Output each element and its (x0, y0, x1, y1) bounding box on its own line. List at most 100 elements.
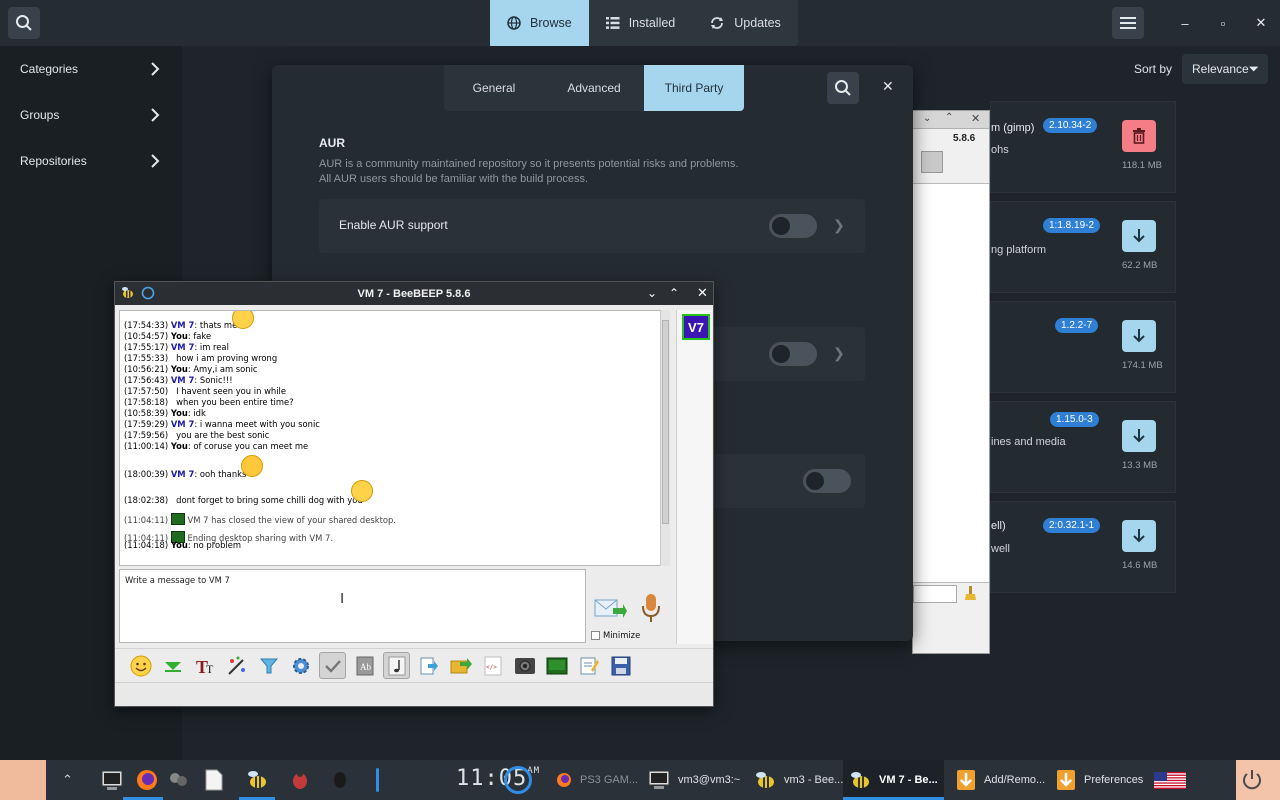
package-card[interactable]: 1.2.2-7 174.1 MB (990, 301, 1176, 393)
chevron-up-icon[interactable]: ⌃ (62, 772, 73, 788)
search-button[interactable] (8, 7, 40, 39)
close-window-button[interactable]: ✕ (1242, 15, 1280, 31)
avatar[interactable]: V7 (682, 314, 710, 340)
close-icon[interactable]: ✕ (971, 112, 980, 125)
install-button[interactable] (1122, 520, 1156, 552)
bug-launcher-icon[interactable] (288, 768, 312, 792)
beebeep-launcher-icon[interactable] (245, 768, 269, 792)
power-icon[interactable] (1240, 768, 1264, 792)
clear-brush-icon[interactable] (963, 585, 979, 601)
launcher-ring-icon[interactable] (504, 766, 532, 794)
tab-installed[interactable]: Installed (589, 0, 693, 46)
terminal-launcher-icon[interactable] (100, 768, 124, 792)
chevron-right-icon[interactable]: ❯ (833, 217, 845, 234)
file-launcher-icon[interactable] (202, 768, 226, 792)
aur-description: AUR is a community maintained repository… (319, 157, 738, 187)
package-card[interactable]: ell) well 2:0.32.1-1 14.6 MB (990, 501, 1176, 593)
maximize-icon[interactable]: ⌃ (669, 286, 679, 300)
save-chat-button[interactable] (415, 652, 442, 679)
task-firefox[interactable]: PS3 GAM... (550, 760, 644, 800)
remove-button[interactable] (1122, 120, 1156, 152)
voice-message-button[interactable] (639, 592, 663, 624)
collapse-icon[interactable]: ⌄ (923, 113, 931, 124)
install-button[interactable] (1122, 220, 1156, 252)
sort-dropdown[interactable]: Relevance (1182, 54, 1268, 84)
notes-button[interactable] (575, 652, 602, 679)
option-toggle[interactable] (803, 469, 851, 493)
task-beebeep-main[interactable]: vm3 - Bee... (748, 760, 849, 800)
scrollbar-thumb[interactable] (662, 320, 669, 524)
chevron-right-icon[interactable]: ❯ (833, 345, 845, 362)
word-complete-button[interactable]: Ab (351, 652, 378, 679)
send-file-button[interactable] (447, 652, 474, 679)
enable-aur-row[interactable]: Enable AUR support ❯ (319, 199, 865, 253)
spellcheck-button[interactable] (319, 652, 346, 679)
code-icon: </> (484, 656, 501, 675)
task-pamac[interactable]: Add/Remo... (950, 760, 1051, 800)
sound-button[interactable] (383, 652, 410, 679)
buzz-button[interactable] (159, 652, 186, 679)
chevron-right-icon (151, 62, 160, 76)
download-arrow-icon (1133, 329, 1145, 343)
tab-updates[interactable]: Updates (692, 0, 798, 46)
task-preferences[interactable]: Preferences (1050, 760, 1149, 800)
share-desktop-button[interactable] (543, 652, 570, 679)
minimize-window-button[interactable]: – (1166, 16, 1204, 31)
tab-advanced[interactable]: Advanced (544, 65, 644, 111)
package-card[interactable]: ng platform 1:1.8.19-2 62.2 MB (990, 201, 1176, 293)
us-flag-icon[interactable] (1154, 772, 1186, 789)
sidebar-item-repositories[interactable]: Repositories (0, 138, 182, 184)
install-button[interactable] (1122, 420, 1156, 452)
slider-handle[interactable] (376, 768, 379, 792)
beebeep-main-window[interactable]: ⌄ ⌃ ✕ 5.8.6 (912, 110, 990, 654)
trash-icon[interactable] (921, 151, 943, 173)
chevron-down-icon[interactable]: ⌄ (647, 286, 657, 300)
filter-button[interactable] (255, 652, 282, 679)
color-button[interactable] (223, 652, 250, 679)
sort-bar: Sort by Relevance (1134, 54, 1268, 84)
close-preferences-button[interactable]: ✕ (882, 78, 894, 95)
task-terminal[interactable]: vm3@vm3:~ (642, 760, 746, 800)
html-button[interactable]: </> (479, 652, 506, 679)
beebeep-search-input[interactable] (913, 585, 957, 603)
install-button[interactable] (1122, 320, 1156, 352)
chat-message: (17:59:29) VM 7: i wanna meet with you s… (124, 419, 320, 429)
sidebar-item-groups[interactable]: Groups (0, 92, 182, 138)
send-mail-icon (594, 599, 627, 618)
checkbox-box[interactable] (591, 630, 600, 640)
notepad-icon (580, 657, 599, 674)
bee-icon (756, 772, 774, 788)
package-card[interactable]: m (gimp) ohs 2.10.34-2 118.1 MB (990, 101, 1176, 193)
send-button[interactable] (593, 594, 627, 622)
aur-description-line: All AUR users should be familiar with th… (319, 173, 589, 185)
font-button[interactable]: TT (191, 652, 218, 679)
preferences-search-button[interactable] (827, 72, 859, 104)
download-arrow-icon (1133, 429, 1145, 443)
chevron-down-icon (1248, 66, 1258, 72)
tab-browse[interactable]: Browse (490, 0, 589, 46)
package-card[interactable]: ines and media 1.15.0-3 13.3 MB (990, 401, 1176, 493)
emoticons-button[interactable] (127, 652, 154, 679)
message-input[interactable]: Write a message to VM 7 I (119, 569, 586, 643)
tab-general[interactable]: General (444, 65, 544, 111)
firefox-launcher-icon[interactable] (135, 768, 159, 792)
menu-button[interactable] (1112, 7, 1144, 39)
sidebar-item-categories[interactable]: Categories (0, 46, 182, 92)
document-arrow-icon (420, 657, 438, 674)
enable-aur-toggle[interactable] (769, 214, 817, 238)
task-beebeep-chat[interactable]: VM 7 - Be... (843, 760, 944, 800)
volume-icon[interactable] (328, 768, 352, 792)
gear-icon (292, 657, 309, 674)
chat-scrollbar[interactable] (660, 310, 670, 566)
settings-button[interactable] (287, 652, 314, 679)
screenshot-button[interactable] (511, 652, 538, 679)
app-launcher-icon[interactable] (166, 768, 190, 792)
tab-third-party[interactable]: Third Party (644, 65, 744, 111)
save-as-button[interactable] (607, 652, 634, 679)
package-name: ell) (991, 520, 1006, 532)
minimize-checkbox[interactable]: Minimize (591, 630, 640, 640)
aur-option-toggle[interactable] (769, 342, 817, 366)
maximize-window-button[interactable]: ▫ (1204, 16, 1242, 31)
maximize-icon[interactable]: ⌃ (945, 112, 953, 123)
close-icon[interactable]: ✕ (697, 285, 708, 301)
